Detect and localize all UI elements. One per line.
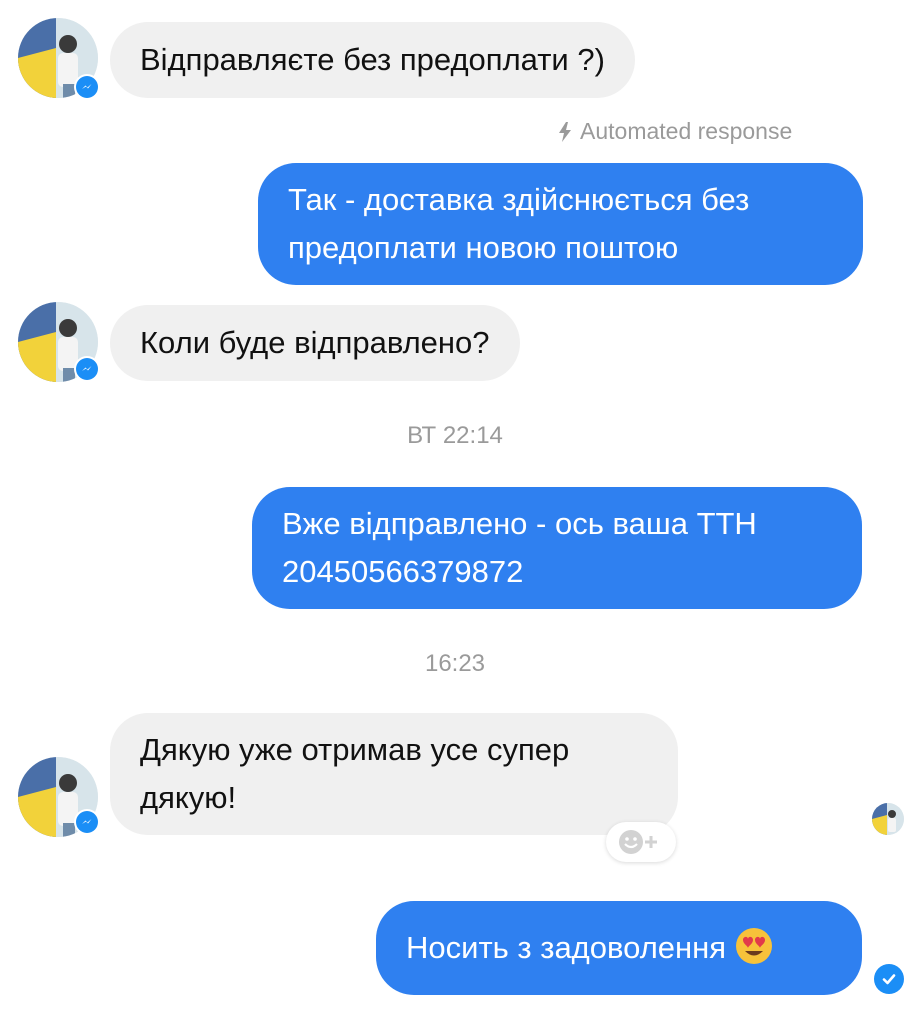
timestamp: 16:23 bbox=[424, 650, 486, 677]
automated-response-label: Automated response bbox=[558, 118, 792, 145]
message-bubble-outgoing[interactable]: Так - доставка здійснюється без предопла… bbox=[258, 163, 863, 285]
message-text-line: Дякую уже отримав усе супер bbox=[140, 732, 570, 767]
message-text-line: Так - доставка здійснюється без bbox=[288, 182, 750, 217]
messenger-badge-icon bbox=[74, 74, 100, 100]
message-bubble-outgoing[interactable]: Носить з задоволення bbox=[376, 901, 862, 995]
message-bubble-incoming[interactable]: Дякую уже отримав усе супер дякую! bbox=[110, 713, 678, 835]
message-bubble-incoming[interactable]: Коли буде відправлено? bbox=[110, 305, 520, 381]
message-bubble-outgoing[interactable]: Вже відправлено - ось ваша ТТН 204505663… bbox=[252, 487, 862, 609]
message-text-line: дякую! bbox=[140, 780, 237, 815]
heart-eyes-emoji bbox=[735, 928, 772, 964]
messenger-badge-icon bbox=[74, 809, 100, 835]
message-text: Коли буде відправлено? bbox=[140, 325, 490, 360]
message-text: Відправляєте без предоплати ?) bbox=[140, 42, 605, 77]
add-reaction-button[interactable] bbox=[606, 822, 676, 862]
seen-avatar bbox=[872, 803, 904, 835]
message-text: Носить з задоволення bbox=[406, 930, 727, 965]
lightning-icon bbox=[559, 121, 571, 142]
timestamp: ВТ 22:14 bbox=[407, 422, 503, 449]
message-text-line: 20450566379872 bbox=[282, 554, 524, 589]
message-text-line: Вже відправлено - ось ваша ТТН bbox=[282, 506, 757, 541]
messenger-badge-icon bbox=[74, 356, 100, 382]
message-bubble-incoming[interactable]: Відправляєте без предоплати ?) bbox=[110, 22, 635, 98]
delivered-check-icon bbox=[874, 964, 904, 994]
add-reaction-icon bbox=[619, 830, 657, 854]
message-text-line: предоплати новою поштою bbox=[288, 230, 679, 265]
